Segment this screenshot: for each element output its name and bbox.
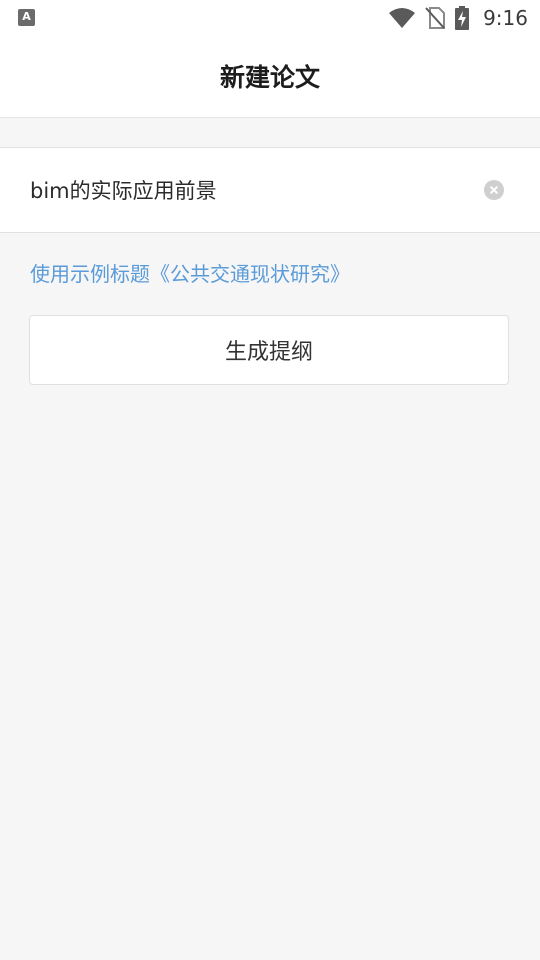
header-bar: 新建论文 (0, 36, 540, 118)
title-input-row (0, 147, 540, 233)
generate-outline-button[interactable]: 生成提纲 (29, 315, 509, 385)
status-bar: A 9:16 (0, 0, 540, 36)
clock-time: 9:16 (483, 6, 528, 30)
wifi-icon (389, 8, 416, 28)
status-icons: 9:16 (389, 0, 528, 36)
paper-title-input[interactable] (30, 174, 460, 206)
page-title: 新建论文 (219, 63, 320, 92)
battery-charging-icon (455, 6, 470, 30)
no-sim-icon (425, 7, 446, 29)
clear-input-icon[interactable] (484, 180, 504, 200)
use-example-title-link[interactable]: 使用示例标题《公共交通现状研究》 (30, 258, 350, 287)
notification-a-icon: A (18, 9, 35, 26)
